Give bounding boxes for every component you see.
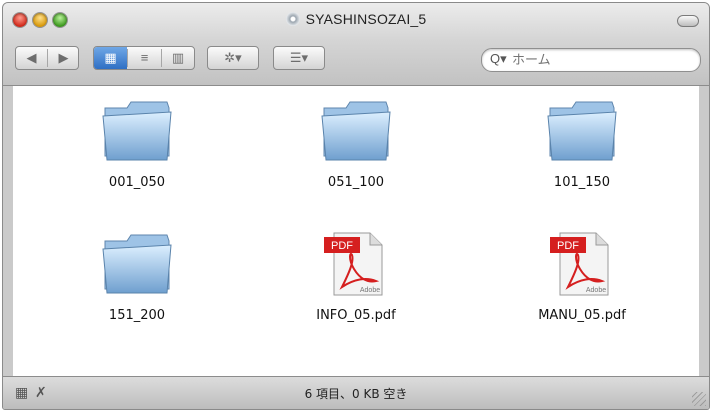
window-toolbar: SYASHINSOZAI_5 ◀ ▶ ▦ ≡ ▥ ✲▾ ☰▾ Q▾ — [3, 3, 709, 86]
status-text: 6 項目、0 KB 空き — [304, 387, 408, 401]
item-name: MANU_05.pdf — [538, 308, 626, 323]
item-name: INFO_05.pdf — [316, 308, 396, 323]
file-icon-area: 001_050 051_100 101_150 151_200 PDF Adob… — [13, 86, 699, 376]
item-name: 151_200 — [108, 308, 166, 323]
arrange-icon: ☰▾ — [289, 50, 309, 65]
pdf-badge-text: PDF — [331, 240, 353, 252]
search-icon: Q▾ — [490, 51, 507, 66]
pdf-file-item[interactable]: PDF Adobe MANU_05.pdf — [507, 231, 657, 323]
pdf-document-icon: PDF Adobe — [324, 232, 383, 296]
item-name: 101_150 — [553, 175, 611, 190]
folder-icon — [547, 101, 617, 161]
search-input[interactable] — [510, 50, 694, 70]
folder-item[interactable]: 001_050 — [62, 98, 212, 190]
item-name: 051_100 — [327, 175, 385, 190]
folder-icon — [321, 101, 391, 161]
folder-icon — [102, 101, 172, 161]
icon-view-button[interactable]: ▦ — [94, 47, 127, 69]
view-switcher: ▦ ≡ ▥ — [93, 46, 195, 70]
pdf-brand-text: Adobe — [360, 287, 380, 294]
folder-icon — [102, 234, 172, 294]
status-bar: ▦ ✗ 6 項目、0 KB 空き — [3, 376, 709, 409]
arrange-menu-button[interactable]: ☰▾ — [273, 46, 325, 70]
folder-item[interactable]: 151_200 — [62, 231, 212, 323]
right-border — [699, 86, 709, 376]
list-view-button[interactable]: ≡ — [128, 47, 161, 69]
back-forward-control: ◀ ▶ — [15, 46, 79, 70]
back-button[interactable]: ◀ — [16, 47, 47, 69]
window-title-text: SYASHINSOZAI_5 — [305, 11, 427, 27]
resize-grip[interactable] — [692, 392, 706, 406]
forward-button[interactable]: ▶ — [48, 47, 79, 69]
left-border — [3, 86, 13, 376]
action-menu-button[interactable]: ✲▾ — [207, 46, 259, 70]
window-title: SYASHINSOZAI_5 — [3, 11, 709, 27]
pdf-badge-text: PDF — [557, 240, 579, 252]
pdf-file-item[interactable]: PDF Adobe INFO_05.pdf — [281, 231, 431, 323]
finder-window: SYASHINSOZAI_5 ◀ ▶ ▦ ≡ ▥ ✲▾ ☰▾ Q▾ ホーム 00… — [2, 2, 710, 410]
pdf-document-icon: PDF Adobe — [550, 232, 609, 296]
column-view-button[interactable]: ▥ — [162, 47, 194, 69]
pdf-brand-text: Adobe — [586, 287, 606, 294]
folder-item[interactable]: 101_150 — [507, 98, 657, 190]
toolbar-toggle-button[interactable] — [677, 15, 699, 27]
item-name: 001_050 — [108, 175, 166, 190]
gear-icon: ✲▾ — [224, 50, 242, 65]
search-field[interactable]: Q▾ — [481, 48, 701, 72]
disc-icon — [285, 12, 300, 26]
folder-item[interactable]: 051_100 — [281, 98, 431, 190]
